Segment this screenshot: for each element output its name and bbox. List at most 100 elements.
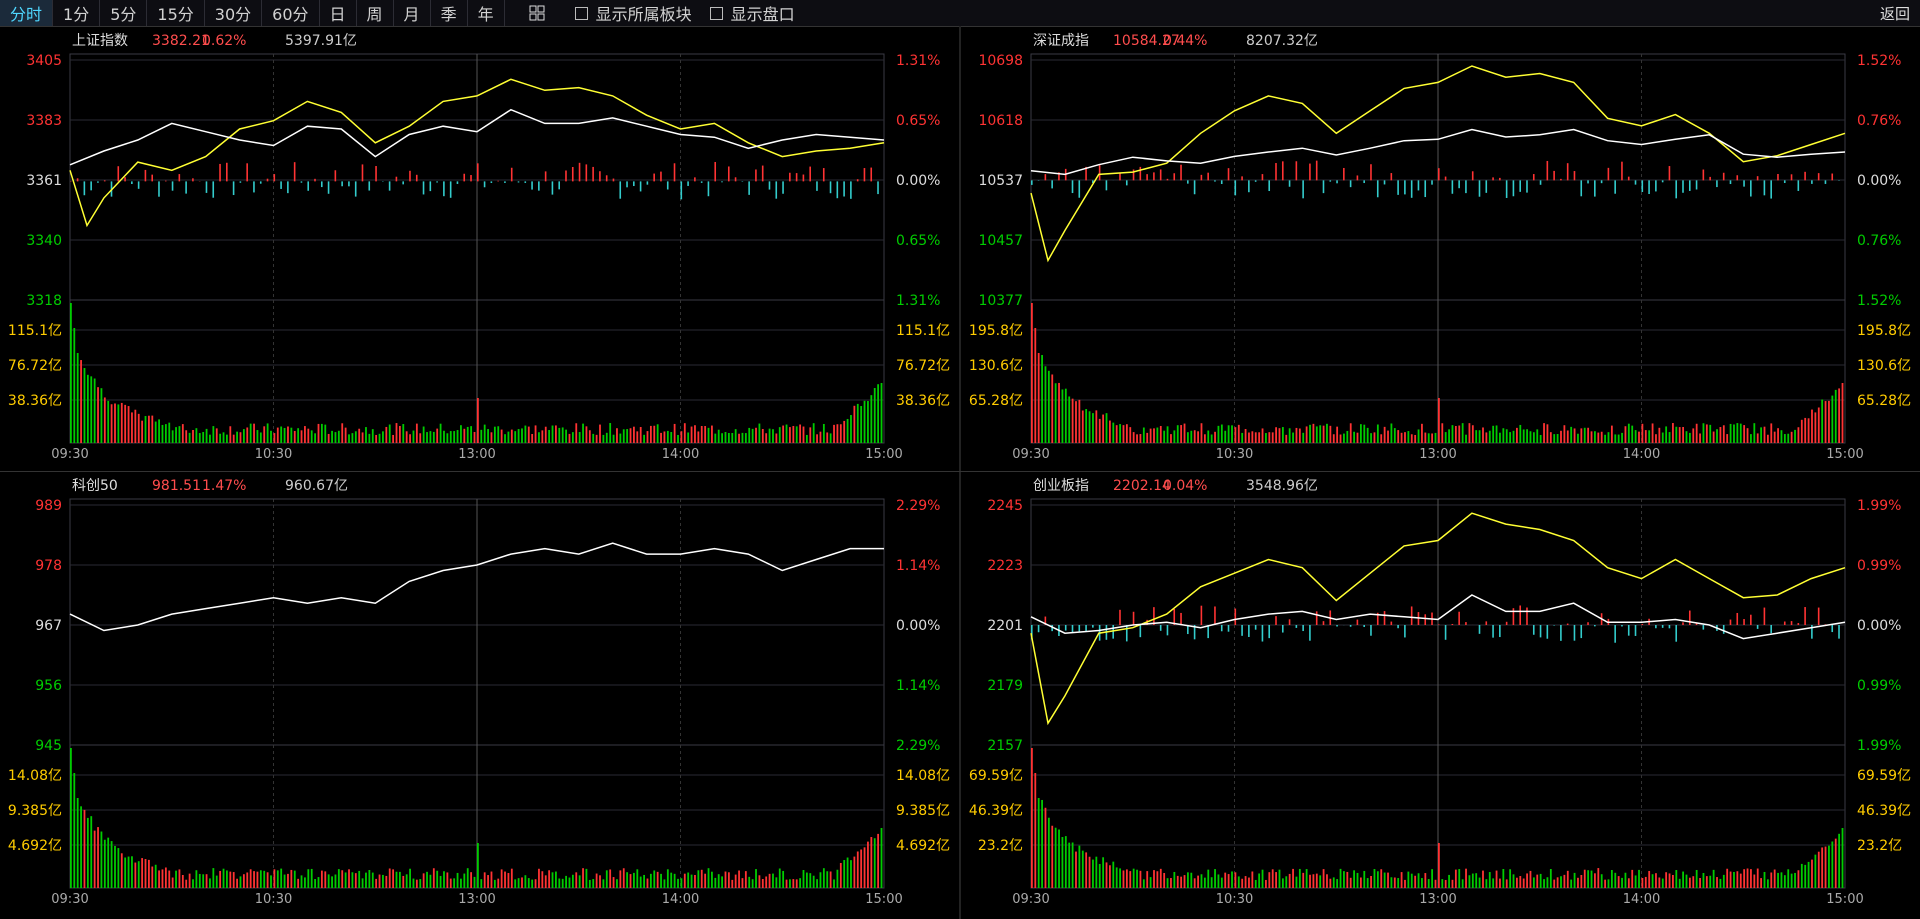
period-tab-2[interactable]: 5分 <box>100 0 148 26</box>
volume-bar <box>280 426 283 443</box>
volume-bar <box>1499 878 1501 888</box>
volume-bar <box>320 423 323 443</box>
period-tab-5[interactable]: 60分 <box>262 0 320 26</box>
period-tab-0[interactable]: 分时 <box>0 0 54 26</box>
period-tab-10[interactable]: 年 <box>468 0 505 26</box>
volume-bar <box>1807 861 1810 888</box>
volume-bar <box>1726 868 1729 888</box>
chart-panel-shenzhen[interactable]: 深证成指 10584.27 0.44% 8207.32亿 10698 1.52% 10618… <box>961 27 1920 471</box>
volume-bar <box>1343 433 1345 443</box>
histogram-bar <box>1214 180 1216 182</box>
volume-bar <box>1600 431 1603 443</box>
period-tab-6[interactable]: 日 <box>320 0 357 26</box>
period-tab-8[interactable]: 月 <box>394 0 431 26</box>
volume-bar <box>1617 876 1620 888</box>
volume-bar <box>558 878 561 888</box>
volume-tick-label: 23.2亿 <box>1857 838 1902 854</box>
volume-bar <box>1278 428 1281 443</box>
histogram-bar <box>1668 166 1671 181</box>
chart-panel-chinext[interactable]: 创业板指 2202.14 0.04% 3548.96亿 2245 1.99% 2223 0.9… <box>961 472 1920 919</box>
volume-bar <box>446 433 449 443</box>
volume-tick-label: 65.28亿 <box>1857 393 1911 409</box>
volume-bar <box>1210 434 1213 443</box>
volume-bar <box>354 431 357 443</box>
volume-bar <box>646 878 649 888</box>
volume-bar <box>253 423 255 443</box>
volume-bar <box>127 856 130 888</box>
volume-bar <box>1183 423 1186 443</box>
volume-bar <box>253 871 255 888</box>
volume-bar <box>1773 869 1776 888</box>
histogram-bar <box>646 181 649 185</box>
pct-tick-label: 1.99% <box>1857 738 1901 754</box>
histogram-bar <box>124 177 126 182</box>
volume-bar <box>337 869 340 888</box>
volume-bar <box>110 841 113 888</box>
volume-bar <box>843 420 846 443</box>
histogram-bar <box>1261 174 1264 181</box>
show-orderbook-checkbox[interactable]: 显示盘口 <box>709 0 795 26</box>
volume-bar <box>1339 434 1342 443</box>
volume-bar <box>521 877 523 888</box>
volume-bar <box>1570 426 1573 443</box>
volume-bar <box>1322 425 1325 443</box>
volume-bar <box>1387 430 1389 443</box>
pct-tick-label: 1.14% <box>896 558 940 574</box>
checkbox-box[interactable] <box>574 6 588 20</box>
volume-bar <box>1224 872 1227 888</box>
volume-bar <box>1719 878 1722 888</box>
period-tab-1[interactable]: 1分 <box>53 0 101 26</box>
chart-panel-shanghai[interactable]: 上证指数 3382.21 0.62% 5397.91亿 3405 1.31% 3383 0.6… <box>0 27 959 471</box>
histogram-bar <box>1315 160 1318 181</box>
volume-bar <box>1614 434 1617 443</box>
volume-bar <box>1763 871 1766 888</box>
volume-bar <box>1712 431 1715 443</box>
histogram-bar <box>1661 180 1664 183</box>
volume-bar <box>1695 423 1698 443</box>
volume-bar <box>819 872 822 888</box>
volume-bar <box>534 425 537 443</box>
volume-bar <box>80 360 82 443</box>
volume-bar <box>1526 429 1528 443</box>
volume-bar <box>799 424 802 443</box>
volume-bar <box>558 427 561 443</box>
volume-bar <box>358 870 361 888</box>
volume-bar <box>704 873 707 888</box>
volume-bar <box>1332 877 1335 888</box>
histogram-bar <box>510 167 513 182</box>
index-change-pct: 0.04% <box>1163 478 1207 494</box>
volume-bar <box>263 870 266 888</box>
volume-bar <box>1465 434 1467 443</box>
volume-bar <box>1387 872 1389 888</box>
histogram-bar <box>1465 180 1467 194</box>
volume-bar <box>1254 432 1257 443</box>
volume-bar <box>1580 428 1583 443</box>
histogram-bar <box>239 181 242 183</box>
volume-bar <box>1271 869 1274 888</box>
period-tab-7[interactable]: 周 <box>357 0 394 26</box>
period-tab-9[interactable]: 季 <box>431 0 468 26</box>
volume-bar <box>514 431 517 443</box>
grid-icon[interactable] <box>517 0 557 26</box>
checkbox-box[interactable] <box>709 6 723 20</box>
period-tab-4[interactable]: 30分 <box>205 0 263 26</box>
histogram-bar <box>1661 625 1664 628</box>
volume-bar <box>534 879 537 888</box>
histogram-bar <box>1431 180 1433 185</box>
histogram-bar <box>673 163 676 182</box>
volume-bar <box>778 868 781 888</box>
volume-bar <box>680 878 683 888</box>
histogram-bar <box>626 181 628 188</box>
back-button[interactable]: 返回 <box>1880 0 1910 26</box>
volume-bar <box>141 420 144 443</box>
volume-bar <box>1315 873 1318 888</box>
volume-bar <box>1577 877 1579 888</box>
volume-bar <box>626 872 629 888</box>
volume-bar <box>432 431 435 443</box>
histogram-bar <box>856 179 859 182</box>
period-tab-3[interactable]: 15分 <box>147 0 205 26</box>
chart-panel-star50[interactable]: 科创50 981.51 1.47% 960.67亿 989 2.29% 978 1.14% 96… <box>0 472 959 919</box>
volume-bar <box>158 870 160 888</box>
volume-bar <box>799 878 802 888</box>
show-sectors-checkbox[interactable]: 显示所属板块 <box>574 0 692 26</box>
